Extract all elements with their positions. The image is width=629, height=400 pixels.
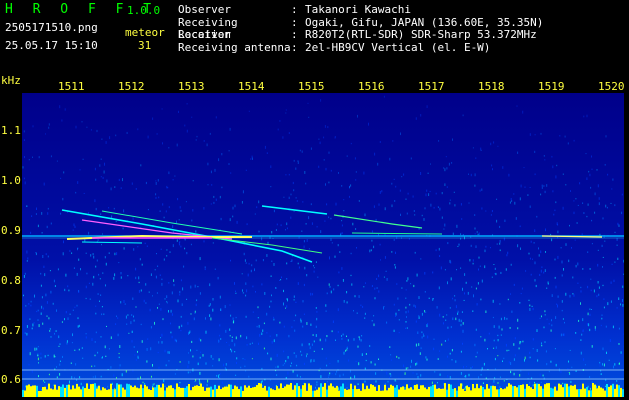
meteor-counter-label: meteor <box>125 26 165 39</box>
x-tick-label: 1520 <box>598 80 625 93</box>
spectrogram-canvas <box>22 93 624 397</box>
meteor-counter-value: 31 <box>138 39 152 52</box>
spectrogram-plot <box>22 93 624 397</box>
x-tick-label: 1517 <box>418 80 445 93</box>
y-tick-label: 0.8 <box>1 274 21 287</box>
info-separator: : <box>291 3 298 16</box>
y-unit-label: kHz <box>1 74 21 87</box>
y-tick-label: 0.7 <box>1 324 21 337</box>
x-tick-label: 1513 <box>178 80 205 93</box>
datetime-label: 25.05.17 15:10 <box>5 39 98 52</box>
x-tick-label: 1515 <box>298 80 325 93</box>
info-value: R820T2(RTL-SDR) SDR-Sharp 53.372MHz <box>305 28 537 41</box>
x-tick-label: 1514 <box>238 80 265 93</box>
info-value: 2el-HB9CV Vertical (el. E-W) <box>305 40 491 54</box>
x-tick-label: 1519 <box>538 80 565 93</box>
info-key: Observer <box>178 3 231 16</box>
info-key: Receiving antenna <box>178 40 291 54</box>
x-tick-label: 1511 <box>58 80 85 93</box>
info-row-antenna: Receiving antenna : 2el-HB9CV Vertical (… <box>178 40 623 55</box>
info-row-observer: Observer : Takanori Kawachi <box>178 3 623 17</box>
y-tick-label: 0.6 <box>1 373 21 386</box>
x-tick-label: 1518 <box>478 80 505 93</box>
y-tick-label: 1.1 <box>1 124 21 137</box>
info-separator: : <box>291 28 298 41</box>
x-tick-label: 1516 <box>358 80 385 93</box>
station-info-panel: Observer : Takanori Kawachi Receiving Lo… <box>178 3 623 55</box>
x-tick-label: 1512 <box>118 80 145 93</box>
noise-background <box>22 93 624 397</box>
filename-label: 2505171510.png <box>5 21 98 34</box>
info-row-receiver: Receiver : R820T2(RTL-SDR) SDR-Sharp 53.… <box>178 28 623 42</box>
y-tick-label: 0.9 <box>1 224 21 237</box>
info-key: Receiver <box>178 28 231 41</box>
info-value: Takanori Kawachi <box>305 3 411 16</box>
info-separator: : <box>291 40 298 54</box>
y-tick-label: 1.0 <box>1 174 21 187</box>
app-version: 1.0.0 <box>127 4 161 17</box>
